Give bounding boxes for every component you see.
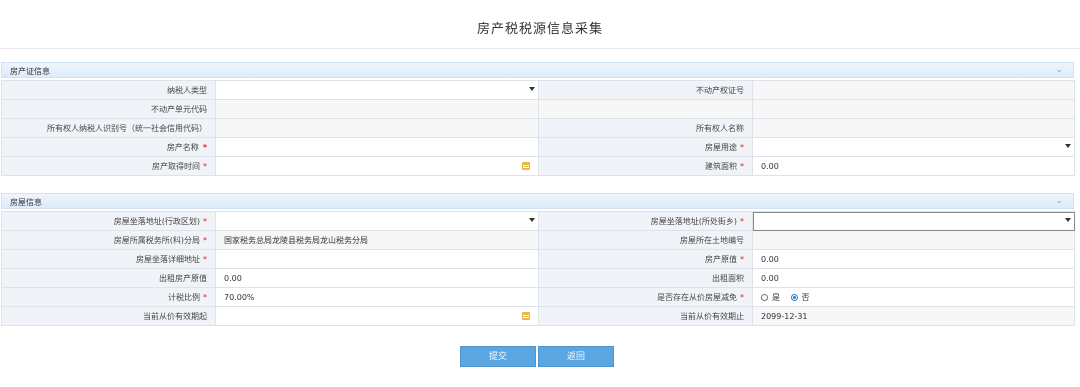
caret-down-icon[interactable]	[1065, 144, 1071, 148]
field-label: 房产名称 *	[1, 137, 216, 157]
field-label: 所有权人名称	[538, 118, 753, 138]
back-button[interactable]: 返回	[538, 346, 614, 367]
form-row: 房屋坐落地址(行政区划) * 房屋坐落地址(所处街乡) *	[1, 211, 1075, 231]
section-title: 房屋信息	[10, 198, 42, 207]
radio-no-label: 否	[801, 292, 810, 302]
required-marker: *	[202, 142, 207, 152]
section-header-house-info[interactable]: 房屋信息 ⌄	[1, 193, 1074, 209]
field-label: 房屋所在土地编号	[538, 230, 753, 250]
field-label: 不动产权证号	[538, 80, 753, 100]
empty-cell	[538, 99, 753, 119]
rental-area-field[interactable]: 0.00	[752, 268, 1075, 288]
field-label: 建筑面积 *	[538, 156, 753, 176]
valid-from-date-field[interactable]	[215, 306, 539, 326]
caret-down-icon[interactable]	[1065, 218, 1071, 222]
chevron-down-icon[interactable]: ⌄	[1055, 65, 1063, 75]
submit-button[interactable]: 提交	[460, 346, 536, 367]
land-number-field[interactable]	[752, 230, 1075, 250]
form-row: 房产取得时间 * 建筑面积 * 0.00	[1, 156, 1075, 176]
required-marker: *	[203, 292, 207, 302]
section-header-property-certificate[interactable]: 房产证信息 ⌄	[1, 62, 1074, 78]
required-marker: *	[740, 142, 744, 152]
field-label: 出租房产原值	[1, 268, 216, 288]
field-label: 纳税人类型	[1, 80, 216, 100]
field-label: 房屋坐落详细地址 *	[1, 249, 216, 269]
field-label: 房屋坐落地址(行政区划) *	[1, 211, 216, 231]
field-label: 房屋所属税务所(科)分局 *	[1, 230, 216, 250]
rental-original-value-field[interactable]: 0.00	[215, 268, 539, 288]
address-district-select[interactable]	[215, 211, 539, 231]
house-usage-select[interactable]	[752, 137, 1075, 157]
field-label: 房屋用途 *	[538, 137, 753, 157]
taxpayer-type-select[interactable]	[215, 80, 539, 100]
house-info-form: 房屋坐落地址(行政区划) * 房屋坐落地址(所处街乡) * 房屋所属税务所(科)分局…	[1, 211, 1075, 326]
owner-taxpayer-id-field[interactable]	[215, 118, 539, 138]
field-label: 房产取得时间 *	[1, 156, 216, 176]
field-label: 是否存在从价房屋减免 *	[538, 287, 753, 307]
required-marker: *	[740, 216, 744, 226]
required-marker: *	[740, 254, 744, 264]
form-row: 房屋坐落详细地址 * 房产原值 * 0.00	[1, 249, 1075, 269]
property-right-cert-no-field[interactable]	[752, 80, 1075, 100]
chevron-down-icon[interactable]: ⌄	[1055, 196, 1063, 206]
required-marker: *	[740, 292, 744, 302]
acquisition-date-field[interactable]	[215, 156, 539, 176]
calendar-icon[interactable]	[522, 312, 530, 320]
form-row: 不动产单元代码	[1, 99, 1075, 119]
field-label: 房产原值 *	[538, 249, 753, 269]
field-label: 计税比例 *	[1, 287, 216, 307]
property-unit-code-field[interactable]	[215, 99, 539, 119]
field-label: 当前从价有效期起	[1, 306, 216, 326]
caret-down-icon[interactable]	[529, 218, 535, 222]
form-row: 所有权人纳税人识别号（统一社会信用代码） 所有权人名称	[1, 118, 1075, 138]
form-row: 房屋所属税务所(科)分局 * 国家税务总局龙陵县税务局龙山税务分局 房屋所在土地编…	[1, 230, 1075, 250]
address-street-select[interactable]	[752, 211, 1075, 231]
caret-down-icon[interactable]	[529, 87, 535, 91]
radio-yes[interactable]	[761, 293, 768, 301]
original-value-field[interactable]: 0.00	[752, 249, 1075, 269]
radio-yes-label: 是	[772, 292, 780, 302]
radio-no[interactable]	[790, 293, 798, 301]
required-marker: *	[203, 216, 207, 226]
building-area-field[interactable]: 0.00	[752, 156, 1075, 176]
property-name-field[interactable]	[215, 137, 539, 157]
form-row: 出租房产原值 0.00 出租面积 0.00	[1, 268, 1075, 288]
valid-to-date-field: 2099-12-31	[752, 306, 1075, 326]
required-marker: *	[203, 235, 207, 245]
title-divider	[0, 48, 1080, 49]
field-label: 出租面积	[538, 268, 753, 288]
section-title: 房产证信息	[10, 67, 50, 76]
owner-name-field[interactable]	[752, 118, 1075, 138]
calendar-icon[interactable]	[522, 162, 530, 170]
field-label: 当前从价有效期止	[538, 306, 753, 326]
property-certificate-form: 纳税人类型 不动产权证号 不动产单元代码 所有权人纳税人识别号（统一社会信用代码…	[1, 80, 1075, 176]
reduction-radio-group: 是 否	[752, 287, 1075, 307]
field-label: 不动产单元代码	[1, 99, 216, 119]
detailed-address-field[interactable]	[215, 249, 539, 269]
form-row: 计税比例 * 70.00% 是否存在从价房屋减免 * 是 否	[1, 287, 1075, 307]
field-label: 房屋坐落地址(所处街乡) *	[538, 211, 753, 231]
page-title: 房产税税源信息采集	[476, 22, 603, 37]
form-row: 纳税人类型 不动产权证号	[1, 80, 1075, 100]
field-label: 所有权人纳税人识别号（统一社会信用代码）	[1, 118, 216, 138]
form-row: 当前从价有效期起 当前从价有效期止 2099-12-31	[1, 306, 1075, 326]
empty-cell	[752, 99, 1075, 119]
required-marker: *	[740, 161, 744, 171]
required-marker: *	[203, 161, 207, 171]
tax-office-field[interactable]: 国家税务总局龙陵县税务局龙山税务分局	[215, 230, 539, 250]
form-row: 房产名称 * 房屋用途 *	[1, 137, 1075, 157]
required-marker: *	[203, 254, 207, 264]
tax-ratio-field[interactable]: 70.00%	[215, 287, 539, 307]
